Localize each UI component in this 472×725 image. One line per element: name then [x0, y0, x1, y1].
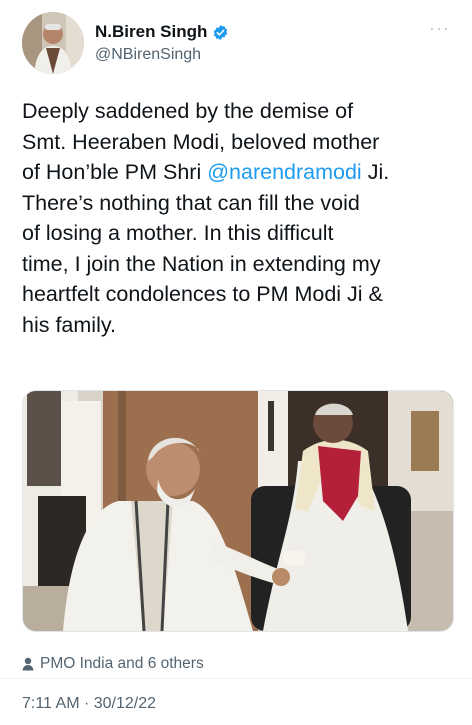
- divider: [0, 678, 472, 679]
- tweet-photo[interactable]: [22, 390, 454, 632]
- author-display-name[interactable]: N.Biren Singh: [95, 22, 207, 42]
- photo-scene: [23, 391, 453, 631]
- avatar-photo: [22, 12, 84, 74]
- tweet-text-end: Ji. There’s nothing that can fill the vo…: [22, 160, 390, 337]
- author-handle[interactable]: @NBirenSingh: [95, 46, 229, 64]
- tweet-header: N.Biren Singh @NBirenSingh ···: [22, 12, 452, 74]
- avatar[interactable]: [22, 12, 84, 74]
- liked-by-text: PMO India and 6 others: [40, 655, 204, 672]
- more-options-icon[interactable]: ···: [429, 18, 450, 39]
- author-names: N.Biren Singh @NBirenSingh: [95, 22, 229, 64]
- tweet-card: N.Biren Singh @NBirenSingh ··· Deeply sa…: [0, 0, 472, 725]
- verified-badge-icon: [212, 24, 229, 41]
- liked-by[interactable]: PMO India and 6 others: [22, 655, 204, 673]
- person-icon: [22, 657, 34, 671]
- tweet-text: Deeply saddened by the demise of Smt. He…: [22, 96, 452, 340]
- mention-link[interactable]: @narendramodi: [207, 160, 362, 184]
- tweet-timestamp[interactable]: 7:11 AM · 30/12/22: [22, 695, 156, 713]
